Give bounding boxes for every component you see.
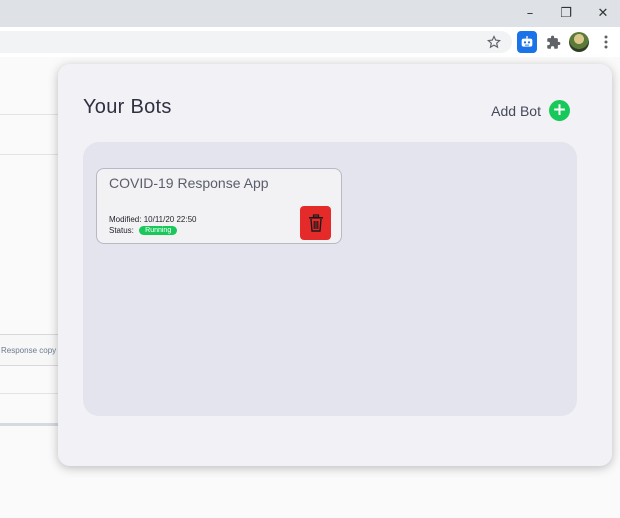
browser-toolbar — [0, 27, 620, 58]
background-table-cell: Response copy — [0, 334, 63, 366]
divider — [0, 423, 60, 426]
puzzle-icon[interactable] — [543, 32, 563, 52]
bots-list-panel: COVID-19 Response App Modified: 10/11/20… — [83, 142, 577, 416]
modified-label: Modified: — [109, 215, 142, 224]
kebab-menu-icon[interactable] — [596, 32, 616, 52]
trash-icon — [308, 214, 323, 232]
star-icon[interactable] — [484, 32, 504, 52]
bot-name: COVID-19 Response App — [109, 175, 269, 191]
divider — [0, 393, 60, 394]
status-label: Status: — [109, 226, 134, 235]
popup-title: Your Bots — [83, 96, 172, 118]
browser-titlebar: – ❐ ✕ — [0, 0, 620, 27]
avatar[interactable] — [569, 32, 589, 52]
minimize-button[interactable]: – — [512, 0, 548, 27]
divider — [0, 154, 60, 155]
address-bar[interactable] — [0, 31, 512, 53]
bot-modified: Modified: 10/11/20 22:50 — [109, 215, 197, 224]
close-window-button[interactable]: ✕ — [585, 0, 620, 27]
add-bot-label: Add Bot — [491, 102, 541, 119]
delete-bot-button[interactable] — [300, 206, 331, 240]
modified-value: 10/11/20 22:50 — [143, 215, 197, 224]
restore-button[interactable]: ❐ — [548, 0, 584, 27]
bot-extension-icon[interactable] — [517, 31, 537, 53]
plus-icon: + — [549, 100, 570, 121]
status-badge: Running — [139, 226, 178, 236]
bots-popup: Your Bots Add Bot + COVID-19 Response Ap… — [58, 64, 612, 466]
bot-status: Status: Running — [109, 226, 178, 236]
divider — [0, 114, 60, 115]
add-bot-button[interactable]: Add Bot + — [491, 100, 570, 121]
bot-card[interactable]: COVID-19 Response App Modified: 10/11/20… — [96, 168, 342, 244]
